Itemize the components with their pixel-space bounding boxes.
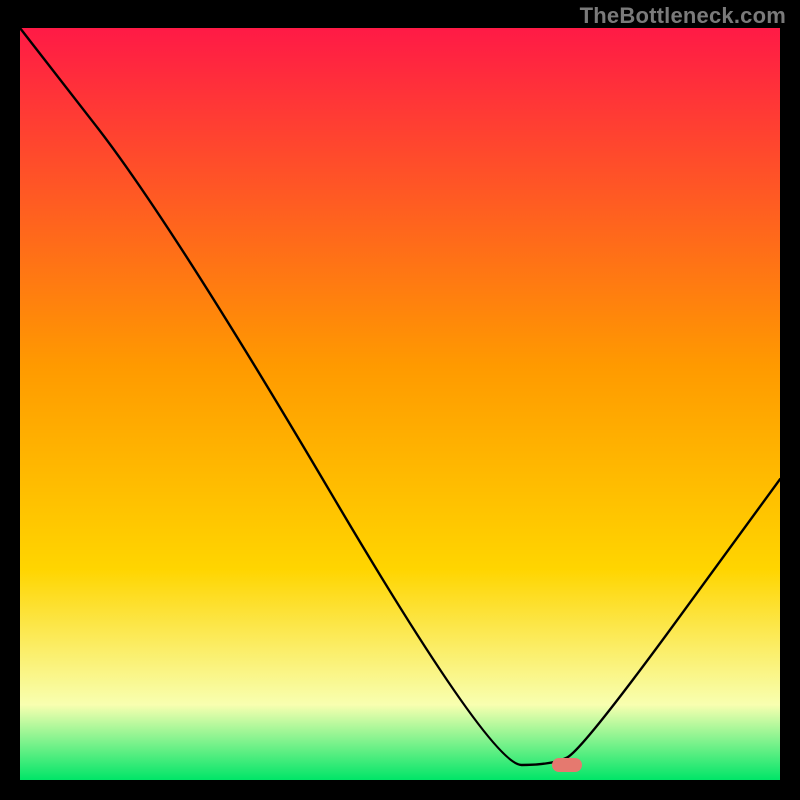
chart-container: TheBottleneck.com bbox=[0, 0, 800, 800]
plot-area bbox=[20, 28, 780, 780]
watermark-text: TheBottleneck.com bbox=[580, 3, 786, 29]
gradient-background bbox=[20, 28, 780, 780]
optimal-point-marker bbox=[552, 758, 582, 772]
plot-svg bbox=[20, 28, 780, 780]
